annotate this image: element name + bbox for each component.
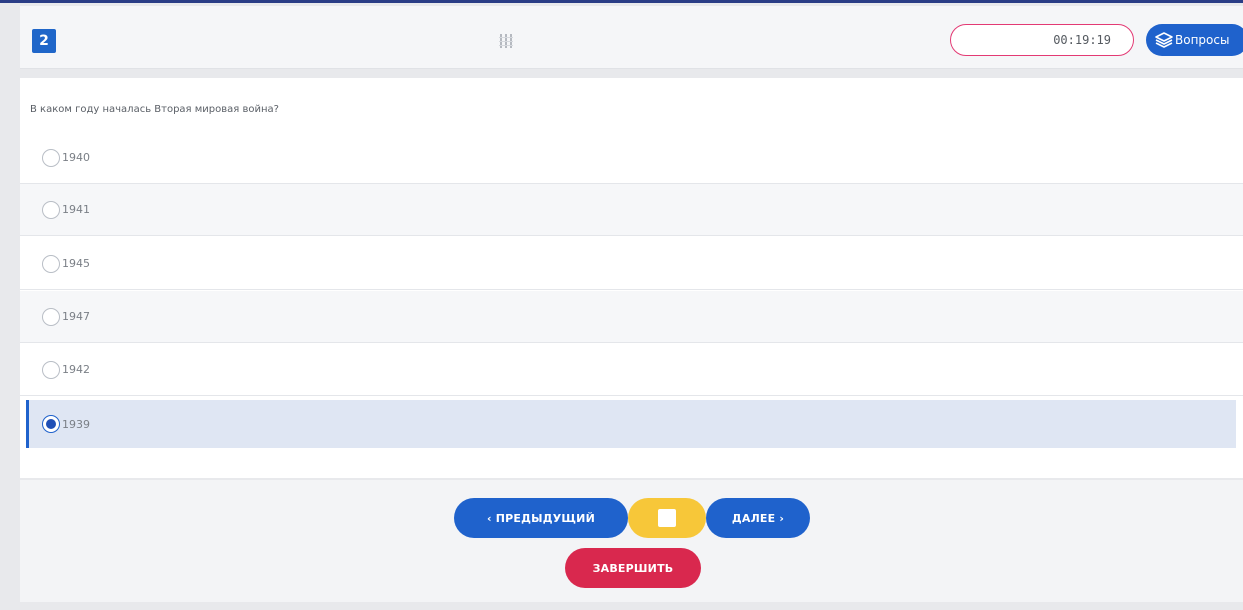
radio-button-selected[interactable] — [42, 415, 60, 433]
option-label: 1945 — [62, 257, 90, 270]
questions-button[interactable]: Вопросы — [1146, 24, 1243, 56]
flag-button[interactable] — [628, 498, 706, 538]
top-border — [0, 0, 1243, 3]
test-page: 2 00:19:19 Вопросы В каком году началась… — [0, 0, 1243, 610]
option-label: 1947 — [62, 310, 90, 323]
option-label: 1939 — [62, 417, 90, 431]
option-label: 1942 — [62, 363, 90, 376]
square-icon — [658, 509, 676, 527]
answer-option-2[interactable]: 1941 — [20, 184, 1243, 236]
radio-button[interactable] — [42, 254, 60, 273]
radio-dot — [46, 419, 56, 429]
answer-option-3[interactable]: 1945 — [20, 238, 1243, 290]
answer-option-6[interactable]: 1939 — [26, 400, 1236, 448]
layers-icon — [1155, 32, 1173, 48]
next-button[interactable]: ДАЛЕЕ › — [706, 498, 810, 538]
timer: 00:19:19 — [950, 24, 1134, 56]
navigation-footer: ‹ ПРЕДЫДУЩИЙ ДАЛЕЕ › ЗАВЕРШИТЬ — [20, 480, 1243, 602]
radio-button[interactable] — [42, 148, 60, 167]
questions-button-label: Вопросы — [1175, 33, 1230, 47]
radio-button[interactable] — [42, 360, 60, 379]
option-label: 1940 — [62, 151, 90, 164]
previous-button[interactable]: ‹ ПРЕДЫДУЩИЙ — [454, 498, 628, 538]
drag-handle-icon[interactable] — [494, 26, 518, 56]
answer-option-4[interactable]: 1947 — [20, 291, 1243, 343]
question-number-badge: 2 — [32, 29, 56, 53]
question-text: В каком году началась Вторая мировая вой… — [30, 104, 279, 115]
header-bar: 2 00:19:19 Вопросы — [20, 6, 1243, 69]
radio-button[interactable] — [42, 200, 60, 219]
question-panel: В каком году началась Вторая мировая вой… — [20, 78, 1243, 478]
timer-value: 00:19:19 — [1053, 33, 1111, 47]
option-label: 1941 — [62, 203, 90, 216]
answer-option-5[interactable]: 1942 — [20, 344, 1243, 396]
radio-button[interactable] — [42, 307, 60, 326]
finish-button[interactable]: ЗАВЕРШИТЬ — [565, 548, 701, 588]
answer-option-1[interactable]: 1940 — [20, 132, 1243, 184]
